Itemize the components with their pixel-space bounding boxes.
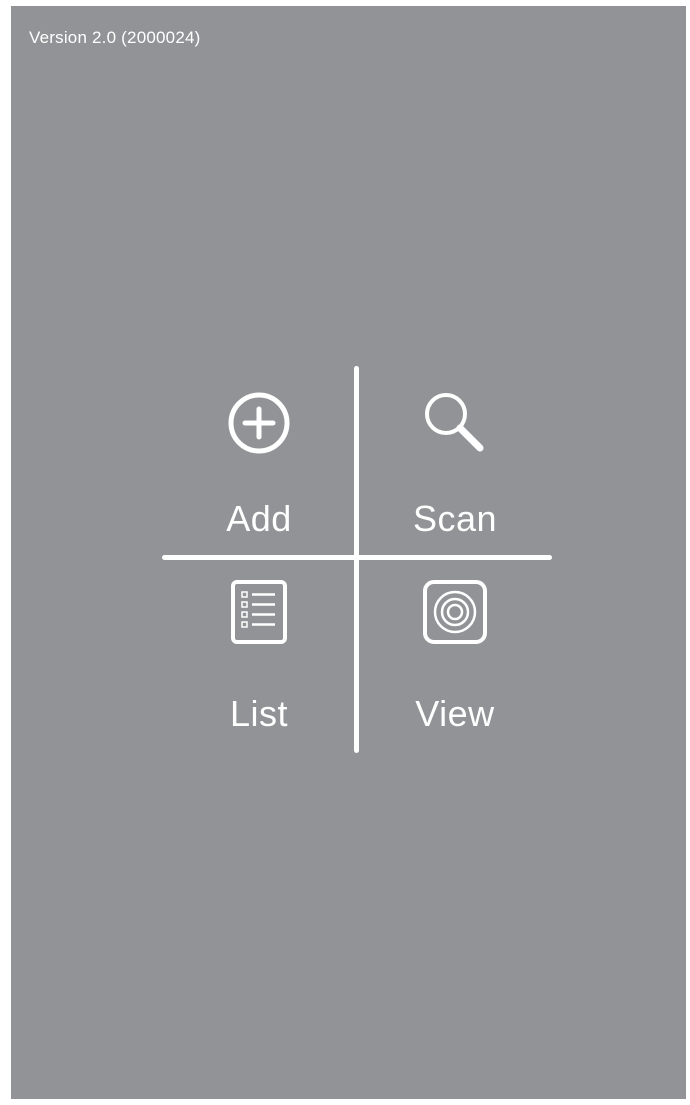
add-label: Add	[226, 498, 292, 539]
list-button[interactable]: List	[162, 561, 356, 751]
search-icon	[425, 393, 484, 452]
scan-button[interactable]: Scan	[358, 366, 552, 556]
list-label: List	[229, 693, 289, 734]
main-screen: Version 2.0 (2000024) Add Scan List View	[11, 6, 686, 1099]
scan-label: Scan	[412, 498, 498, 539]
checklist-icon	[231, 580, 287, 644]
view-button[interactable]: View	[358, 561, 552, 751]
version-text: Version 2.0 (2000024)	[29, 28, 201, 47]
add-button[interactable]: Add	[162, 366, 356, 556]
view-label: View	[415, 693, 495, 734]
plus-circle-icon	[228, 392, 290, 454]
target-square-icon	[423, 580, 487, 644]
